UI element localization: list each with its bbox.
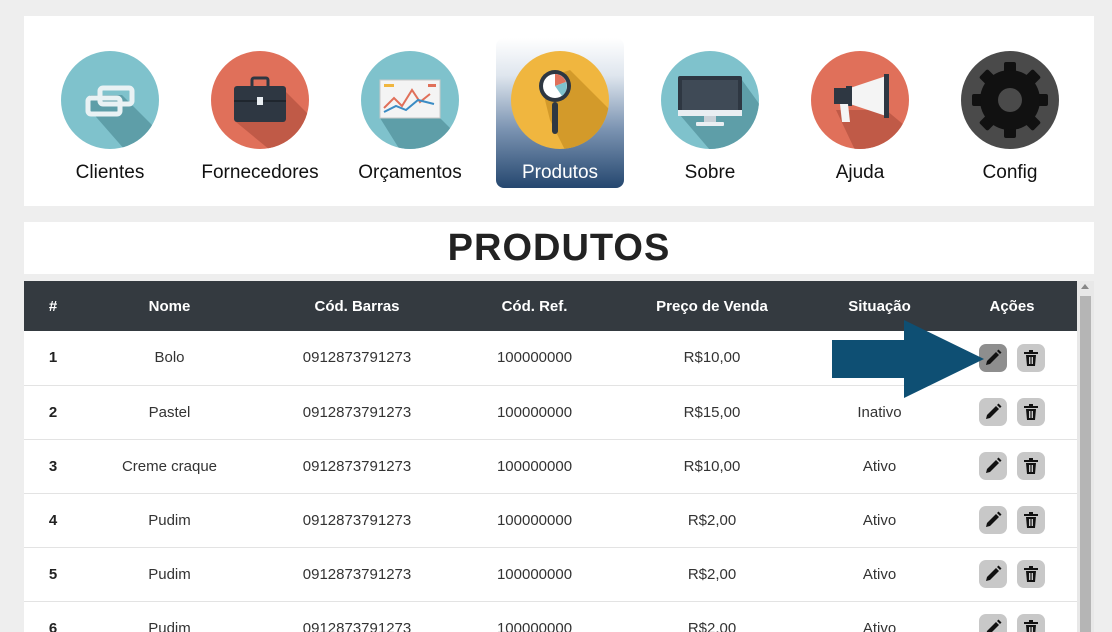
- cell-barras: 0912873791273: [302, 349, 412, 367]
- cell-ref: 100000000: [496, 457, 573, 475]
- delete-button[interactable]: [1017, 506, 1045, 534]
- delete-button[interactable]: [1017, 560, 1045, 588]
- delete-button[interactable]: [1017, 343, 1045, 372]
- column-header[interactable]: Preço de Venda: [612, 281, 812, 331]
- cell-preco: R$15,00: [683, 403, 741, 421]
- cell-ref: 100000000: [496, 565, 573, 583]
- pencil-icon: [986, 403, 1002, 419]
- edit-button[interactable]: [979, 398, 1007, 426]
- cell-ref: 100000000: [496, 349, 573, 367]
- cell-id: 4: [48, 511, 58, 529]
- nav-label: Fornecedores: [201, 162, 319, 183]
- edit-button[interactable]: [979, 560, 1007, 588]
- cell-preco: R$2,00: [687, 565, 737, 583]
- nav-item-clientes[interactable]: Clientes: [46, 38, 174, 188]
- cell-nome: Pudim: [148, 619, 191, 632]
- nav-item-sobre[interactable]: Sobre: [646, 38, 774, 188]
- page-title-bar: PRODUTOS: [24, 222, 1094, 274]
- cell-id: 2: [48, 403, 58, 421]
- cell-situacao: Ativo: [862, 457, 897, 475]
- cell-ref: 100000000: [496, 511, 573, 529]
- page-title: PRODUTOS: [447, 227, 671, 269]
- trash-icon: [1024, 349, 1038, 366]
- table-row[interactable]: 6 Pudim 0912873791273 100000000 R$2,00 A…: [24, 601, 1077, 632]
- cell-nome: Creme craque: [121, 457, 218, 475]
- delete-button[interactable]: [1017, 452, 1045, 480]
- cell-actions: [947, 493, 1077, 547]
- annotation-arrow-icon: [832, 320, 984, 398]
- pencil-icon: [986, 619, 1002, 632]
- cell-barras: 0912873791273: [302, 619, 412, 632]
- edit-button[interactable]: [979, 452, 1007, 480]
- cell-preco: R$10,00: [683, 349, 741, 367]
- briefcase-icon: [211, 51, 309, 149]
- monitor-icon: [661, 51, 759, 149]
- column-header[interactable]: #: [24, 281, 82, 331]
- trash-icon: [1024, 404, 1038, 420]
- cell-ref: 100000000: [496, 619, 573, 632]
- nav-label: Clientes: [75, 162, 145, 183]
- cell-barras: 0912873791273: [302, 565, 412, 583]
- nav-label: Config: [982, 162, 1038, 183]
- cell-situacao: Ativo: [862, 619, 897, 632]
- nav-item-orcamentos[interactable]: Orçamentos: [346, 38, 474, 188]
- table-scrollbar[interactable]: [1077, 281, 1094, 632]
- delete-button[interactable]: [1017, 398, 1045, 426]
- cell-preco: R$2,00: [687, 619, 737, 632]
- edit-button[interactable]: [979, 506, 1007, 534]
- main-navigation: Clientes Fornecedores Orçamentos Produto…: [24, 16, 1094, 206]
- cell-barras: 0912873791273: [302, 511, 412, 529]
- cell-situacao: Ativo: [862, 565, 897, 583]
- table-row[interactable]: 4 Pudim 0912873791273 100000000 R$2,00 A…: [24, 493, 1077, 547]
- table-row[interactable]: 5 Pudim 0912873791273 100000000 R$2,00 A…: [24, 547, 1077, 601]
- column-header[interactable]: Nome: [82, 281, 257, 331]
- cell-actions: [947, 547, 1077, 601]
- trash-icon: [1024, 620, 1038, 632]
- cell-id: 1: [48, 349, 58, 367]
- pencil-icon: [986, 565, 1002, 581]
- cell-id: 3: [48, 457, 58, 475]
- trash-icon: [1024, 512, 1038, 528]
- column-header[interactable]: Cód. Barras: [257, 281, 457, 331]
- cell-barras: 0912873791273: [302, 403, 412, 421]
- scroll-up-arrow-icon[interactable]: [1081, 284, 1089, 289]
- gear-icon: [961, 51, 1059, 149]
- magnifier-icon: [511, 51, 609, 149]
- nav-label: Sobre: [684, 162, 736, 183]
- cell-id: 6: [48, 619, 58, 632]
- pencil-icon: [986, 349, 1002, 365]
- nav-item-ajuda[interactable]: Ajuda: [796, 38, 924, 188]
- pencil-icon: [986, 511, 1002, 527]
- chart-board-icon: [361, 51, 459, 149]
- nav-item-produtos[interactable]: Produtos: [496, 38, 624, 188]
- edit-button[interactable]: [979, 614, 1007, 632]
- cell-situacao: Ativo: [862, 511, 897, 529]
- link-icon: [61, 51, 159, 149]
- cell-ref: 100000000: [496, 403, 573, 421]
- nav-label: Orçamentos: [358, 162, 462, 183]
- trash-icon: [1024, 458, 1038, 474]
- nav-item-fornecedores[interactable]: Fornecedores: [196, 38, 324, 188]
- scrollbar-thumb[interactable]: [1080, 296, 1091, 632]
- cell-actions: [947, 601, 1077, 632]
- nav-label: Ajuda: [835, 162, 885, 183]
- megaphone-icon: [811, 51, 909, 149]
- column-header[interactable]: Cód. Ref.: [457, 281, 612, 331]
- cell-nome: Pudim: [148, 565, 191, 583]
- cell-preco: R$10,00: [683, 457, 741, 475]
- cell-actions: [947, 439, 1077, 493]
- cell-nome: Pudim: [148, 511, 191, 529]
- cell-preco: R$2,00: [687, 511, 737, 529]
- cell-nome: Pastel: [148, 403, 191, 421]
- pencil-icon: [986, 457, 1002, 473]
- cell-id: 5: [48, 565, 58, 583]
- nav-item-config[interactable]: Config: [946, 38, 1074, 188]
- trash-icon: [1024, 566, 1038, 582]
- cell-barras: 0912873791273: [302, 457, 412, 475]
- nav-label: Produtos: [521, 162, 599, 183]
- table-row[interactable]: 3 Creme craque 0912873791273 100000000 R…: [24, 439, 1077, 493]
- delete-button[interactable]: [1017, 614, 1045, 632]
- cell-nome: Bolo: [154, 349, 185, 367]
